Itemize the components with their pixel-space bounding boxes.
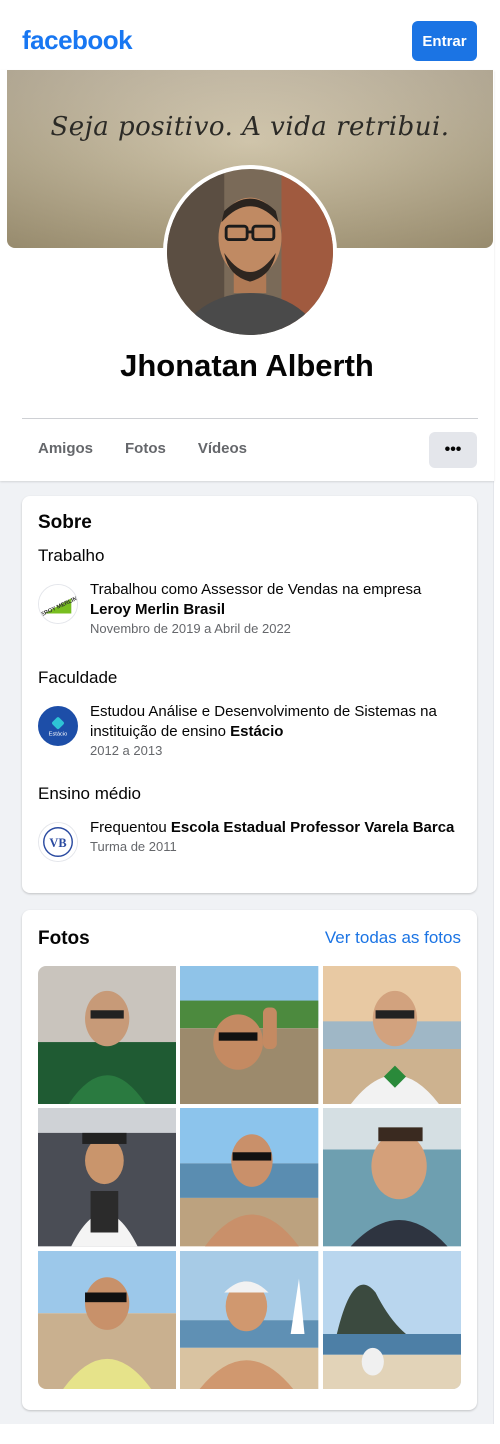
school-logo-icon[interactable]: VB: [38, 822, 78, 862]
photos-card: Fotos Ver todas as fotos: [22, 910, 477, 1410]
estacio-logo-icon[interactable]: Estácio: [38, 706, 78, 746]
photo-thumbnail[interactable]: [180, 966, 319, 1105]
profile-divider: [22, 418, 478, 419]
college-school-link[interactable]: Estácio: [230, 723, 283, 740]
high-school-period: Turma de 2011: [90, 839, 177, 854]
photo-thumbnail[interactable]: [322, 1108, 461, 1247]
about-title: Sobre: [38, 512, 92, 533]
facebook-logo[interactable]: facebook: [22, 25, 133, 56]
high-school-section-title: Ensino médio: [38, 784, 142, 803]
high-school-link[interactable]: Escola Estadual Professor Varela Barca: [171, 819, 454, 836]
photo-thumbnail[interactable]: [38, 1108, 177, 1247]
cover-caption: Seja positivo. A vida retribui.: [50, 112, 450, 142]
about-card: Sobre Trabalho LEROY MERLIN Trabalhou co…: [22, 496, 477, 893]
photo-thumbnail[interactable]: [180, 1250, 319, 1389]
high-school-description: Frequentou: [90, 819, 167, 836]
photo-thumbnail[interactable]: [322, 1250, 461, 1389]
work-company-link[interactable]: Leroy Merlin Brasil: [90, 601, 225, 618]
estacio-logo-text: Estácio: [49, 732, 68, 738]
work-period: Novembro de 2019 a Abril de 2022: [90, 621, 291, 636]
see-all-photos-link[interactable]: Ver todas as fotos: [325, 928, 461, 948]
profile-header: Seja positivo. A vida retribui. Jhonatan…: [0, 70, 494, 481]
college-section-title: Faculdade: [38, 668, 118, 687]
photo-thumbnail[interactable]: [180, 1108, 319, 1247]
photos-title: Fotos: [38, 928, 90, 949]
photo-thumbnail[interactable]: [38, 966, 177, 1105]
photo-thumbnail[interactable]: [322, 966, 461, 1105]
tab-amigos[interactable]: Amigos: [22, 432, 109, 468]
work-description: Trabalhou como Assessor de Vendas na emp…: [90, 581, 422, 598]
profile-name: Jhonatan Alberth: [120, 348, 374, 383]
profile-avatar[interactable]: [163, 165, 337, 339]
login-button[interactable]: Entrar: [412, 21, 477, 61]
photo-grid: [38, 966, 461, 1389]
profile-tabs: Amigos Fotos Vídeos: [22, 432, 263, 468]
tab-videos[interactable]: Vídeos: [182, 432, 263, 468]
school-logo-text: VB: [49, 836, 66, 850]
tab-fotos[interactable]: Fotos: [109, 432, 182, 468]
top-bar: facebook Entrar: [0, 0, 494, 70]
leroy-merlin-logo-icon[interactable]: LEROY MERLIN: [38, 584, 78, 624]
work-section-title: Trabalho: [38, 546, 105, 565]
more-options-button[interactable]: •••: [429, 432, 477, 468]
page-frame: facebook Entrar Seja positivo. A vida re…: [0, 0, 494, 1424]
photo-thumbnail[interactable]: [38, 1250, 177, 1389]
college-period: 2012 a 2013: [90, 743, 163, 758]
college-description: Estudou Análise e Desenvolvimento de Sis…: [90, 702, 470, 742]
